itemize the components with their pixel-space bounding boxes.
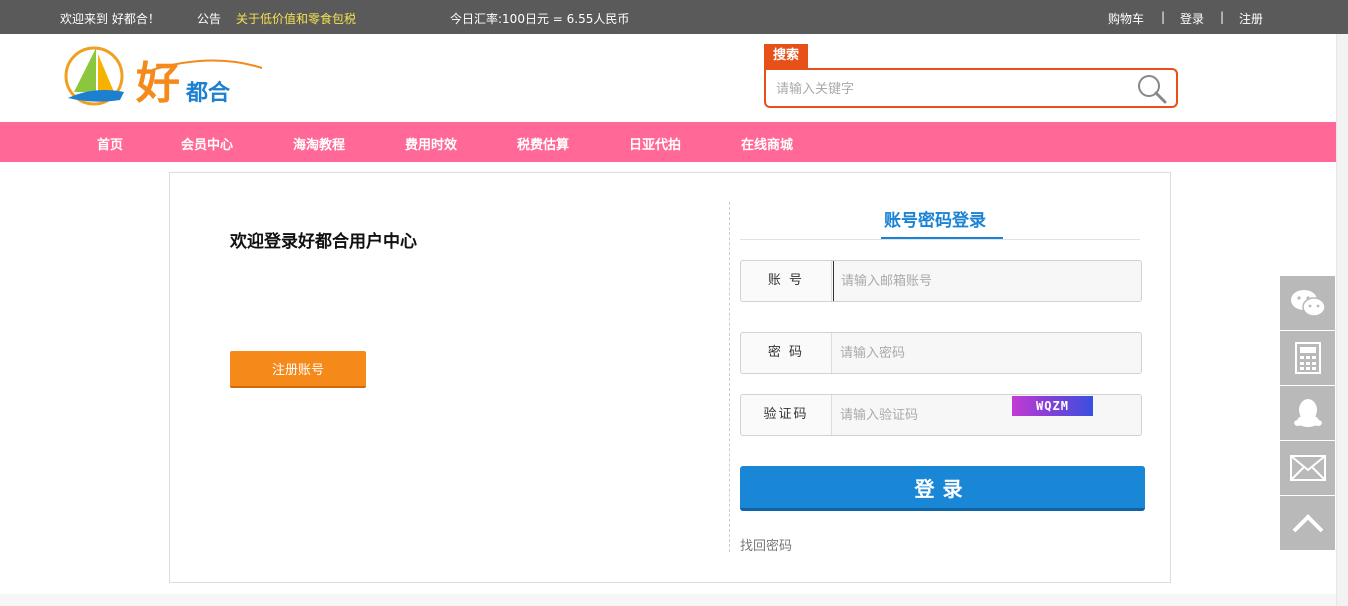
calculator-button[interactable] xyxy=(1280,331,1335,385)
forgot-password-link[interactable]: 找回密码 xyxy=(740,535,792,554)
nav-item-tutorial[interactable]: 海淘教程 xyxy=(293,134,345,153)
notice-label: 公告 xyxy=(197,12,222,26)
wechat-button[interactable] xyxy=(1280,276,1335,330)
qq-icon xyxy=(1293,399,1322,427)
mail-icon xyxy=(1289,455,1326,481)
login-link[interactable]: 登录 xyxy=(1180,10,1204,27)
search-tab[interactable]: 搜索 xyxy=(764,44,808,68)
tab-account-login[interactable]: 账号密码登录 xyxy=(884,206,986,231)
nav-item-home[interactable]: 首页 xyxy=(97,134,123,153)
logo-small-chars: 都合 xyxy=(185,80,231,106)
back-to-top-button[interactable] xyxy=(1280,496,1335,550)
separator: | xyxy=(1161,10,1166,24)
register-account-button[interactable]: 注册账号 xyxy=(230,351,366,388)
password-field: 密 码 xyxy=(740,332,1142,374)
password-label: 密 码 xyxy=(741,333,832,373)
login-submit-button[interactable]: 登录 xyxy=(740,466,1145,511)
mail-button[interactable] xyxy=(1280,441,1335,495)
cart-link[interactable]: 购物车 xyxy=(1108,10,1144,27)
nav-item-online-store[interactable]: 在线商城 xyxy=(741,134,793,153)
qq-button[interactable] xyxy=(1280,386,1335,440)
panel-divider xyxy=(729,202,730,552)
search-icon[interactable] xyxy=(1136,73,1168,105)
welcome-title: 欢迎登录好都合用户中心 xyxy=(230,232,417,252)
search-input[interactable] xyxy=(776,79,1126,99)
account-label: 账 号 xyxy=(741,261,832,301)
sailboat-logo-icon: 好 都合 xyxy=(64,46,263,109)
account-input[interactable] xyxy=(833,261,1133,301)
footer-strip xyxy=(0,594,1348,606)
search-box xyxy=(764,68,1178,108)
register-link[interactable]: 注册 xyxy=(1239,10,1263,27)
tab-baseline xyxy=(740,239,1140,240)
account-field: 账 号 xyxy=(740,260,1142,302)
main-nav: 首页 会员中心 海淘教程 费用时效 税费估算 日亚代拍 在线商城 xyxy=(0,122,1348,162)
password-input[interactable] xyxy=(833,333,1133,373)
nav-item-member-center[interactable]: 会员中心 xyxy=(181,134,233,153)
wechat-icon xyxy=(1290,290,1326,317)
nav-item-tax-estimate[interactable]: 税费估算 xyxy=(517,134,569,153)
welcome-text: 欢迎来到 好都合！ xyxy=(60,12,160,26)
top-bar: 欢迎来到 好都合！ 公告 关于低价值和零食包税 今日汇率:100日元 = 6.5… xyxy=(0,0,1348,34)
captcha-label: 验证码 xyxy=(741,395,832,435)
exchange-rate: 今日汇率:100日元 = 6.55人民币 xyxy=(450,12,630,26)
nav-item-amazon-jp[interactable]: 日亚代拍 xyxy=(629,134,681,153)
nav-item-fees[interactable]: 费用时效 xyxy=(405,134,457,153)
calculator-icon xyxy=(1294,342,1321,374)
notice-link[interactable]: 关于低价值和零食包税 xyxy=(236,10,356,27)
side-toolbar xyxy=(1280,276,1335,551)
scrollbar[interactable] xyxy=(1336,34,1348,606)
separator: | xyxy=(1220,10,1225,24)
site-logo[interactable]: 好 都合 xyxy=(62,42,272,112)
captcha-field: 验证码 WQZM xyxy=(740,394,1142,436)
logo-big-char: 好 xyxy=(135,58,180,109)
captcha-image[interactable]: WQZM xyxy=(1012,396,1093,416)
back-to-top-icon xyxy=(1292,514,1323,533)
